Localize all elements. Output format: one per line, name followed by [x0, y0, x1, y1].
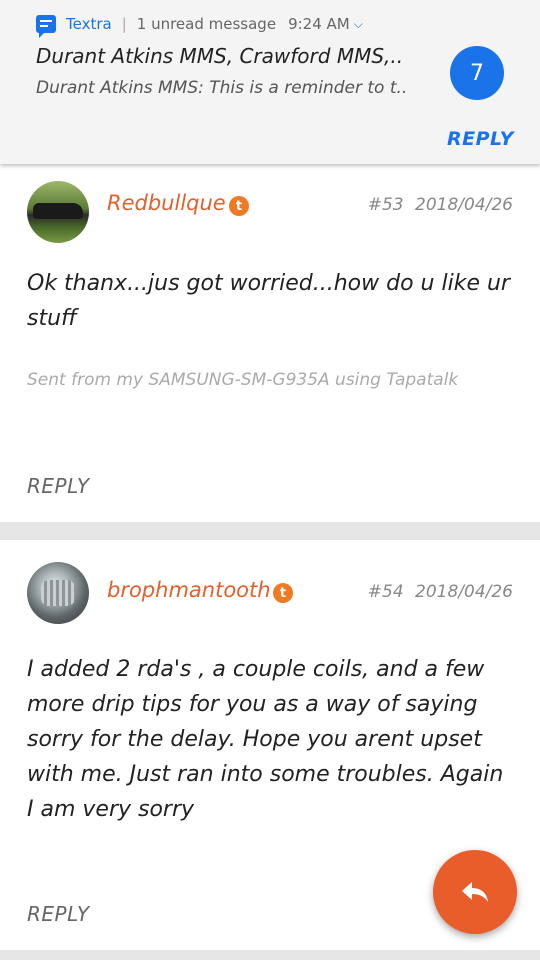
tapatalk-badge-icon: t [229, 196, 249, 216]
post-content: I added 2 rda's , a couple coils, and a … [27, 657, 504, 822]
notification-title: Durant Atkins MMS, Crawford MMS,.. [36, 44, 404, 68]
notification-status: 1 unread message [136, 15, 277, 33]
avatar[interactable] [27, 562, 89, 624]
avatar[interactable] [27, 181, 89, 243]
message-count-badge: 7 [450, 46, 504, 100]
post-divider [0, 522, 540, 540]
post-meta: #54 2018/04/26 [368, 582, 513, 602]
reply-icon [462, 882, 488, 902]
post-reply-button[interactable]: REPLY [27, 474, 90, 498]
notification-header: Textra | 1 unread message 9:24 AM ⌵ [36, 12, 363, 38]
post-username[interactable]: brophmantooth [107, 578, 271, 602]
post-date: 2018/04/26 [415, 582, 513, 602]
app-name: Textra [66, 15, 112, 33]
post-content: Ok thanx...jus got worried...how do u li… [27, 271, 510, 331]
notification-preview: Durant Atkins MMS: This is a reminder to… [36, 78, 408, 98]
header-divider: | [121, 15, 127, 33]
tapatalk-badge-icon: t [273, 583, 293, 603]
post-username[interactable]: Redbullque [107, 191, 226, 215]
post-signature: Sent from my SAMSUNG-SM-G935A using Tapa… [27, 370, 459, 390]
reply-fab-button[interactable] [433, 850, 517, 934]
notification-time: 9:24 AM [288, 15, 350, 33]
post-divider [0, 950, 540, 960]
post-date: 2018/04/26 [415, 195, 513, 215]
post-number: #53 [367, 195, 404, 215]
post-meta: #53 2018/04/26 [368, 195, 513, 215]
post-number: #54 [367, 582, 404, 602]
chevron-down-icon[interactable]: ⌵ [354, 17, 363, 32]
notification-card[interactable]: Textra | 1 unread message 9:24 AM ⌵ Dura… [0, 0, 540, 164]
notification-reply-button[interactable]: REPLY [447, 128, 514, 150]
forum-post: Redbullque t #53 2018/04/26 Ok thanx...j… [0, 164, 540, 522]
post-reply-button[interactable]: REPLY [27, 902, 90, 926]
message-icon [36, 15, 56, 38]
